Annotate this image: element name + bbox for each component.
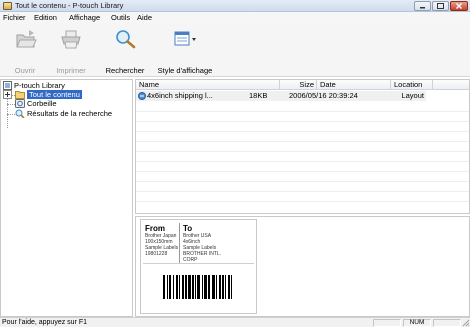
grid-line	[136, 201, 469, 202]
menu-edition[interactable]: Edition	[34, 12, 57, 23]
grid-line	[136, 171, 469, 172]
tree-all-contents-label: Tout le contenu	[27, 90, 82, 99]
grid-line	[136, 131, 469, 132]
grid-line	[136, 191, 469, 192]
row-size: 18KB	[249, 91, 268, 100]
column-header-name[interactable]: Name	[136, 80, 280, 90]
search-label: Rechercher	[105, 66, 145, 75]
minimize-button[interactable]	[414, 1, 431, 11]
library-icon	[3, 81, 12, 90]
barcode-bar	[212, 275, 215, 299]
grid-line	[136, 121, 469, 122]
column-header-location[interactable]: Location	[391, 80, 433, 90]
barcode-bar	[163, 275, 165, 299]
barcode-bar	[231, 275, 232, 299]
view-style-label: Style d'affichage	[157, 66, 213, 75]
title-bar: Tout le contenu - P-touch Library	[0, 0, 470, 12]
barcode-bar	[202, 275, 203, 299]
view-style-button[interactable]: Style d'affichage	[152, 25, 218, 75]
close-button[interactable]	[450, 1, 468, 11]
tree-root-label: P-touch Library	[14, 81, 65, 90]
barcode-bar	[204, 275, 207, 299]
barcode-bar	[208, 275, 210, 299]
row-location: Layout	[401, 91, 424, 100]
barcode-bar	[192, 275, 194, 299]
search-icon	[116, 30, 136, 49]
app-icon	[3, 2, 12, 10]
open-label: Ouvrir	[14, 66, 36, 75]
label-separator	[143, 263, 254, 264]
tree-search-results-label: Résultats de la recherche	[27, 109, 113, 118]
barcode-bar	[222, 275, 224, 299]
column-header-date[interactable]: Date	[317, 80, 391, 90]
barcode-image	[163, 275, 232, 299]
status-indicator-empty	[433, 319, 461, 327]
row-date: 2006/05/16 20:39:24	[289, 91, 358, 100]
grid-line	[136, 161, 469, 162]
menu-aide[interactable]: Aide	[137, 12, 152, 23]
tree-trash-label: Corbeille	[27, 99, 57, 108]
grid-line	[136, 181, 469, 182]
menu-affichage[interactable]: Affichage	[69, 12, 100, 23]
status-help-text: Pour l'aide, appuyez sur F1	[2, 319, 87, 326]
barcode-bar	[219, 275, 221, 299]
barcode-bar	[188, 275, 191, 299]
grid-line	[136, 151, 469, 152]
maximize-button[interactable]	[432, 1, 449, 11]
maximize-icon	[437, 3, 444, 9]
file-list: Name Size Date Location 4x6inch shipping…	[135, 79, 470, 214]
menu-fichier[interactable]: Fichier	[3, 12, 26, 23]
to-heading: To	[183, 224, 193, 233]
minimize-icon	[420, 7, 425, 9]
grid-line	[136, 111, 469, 112]
search-button[interactable]: Rechercher	[102, 25, 148, 75]
label-preview: From Brother Japan 100x150mm Sample Labe…	[135, 216, 470, 317]
status-num-indicator: NUM	[403, 319, 431, 327]
barcode-bar	[197, 275, 200, 299]
menu-bar: Fichier Edition Affichage Outils Aide	[0, 12, 470, 23]
view-style-icon	[174, 31, 196, 46]
status-bar: Pour l'aide, appuyez sur F1 NUM	[0, 317, 470, 327]
close-icon	[456, 3, 462, 9]
column-header-extra	[433, 80, 469, 90]
trash-icon	[15, 99, 25, 108]
tree-connector	[7, 104, 15, 105]
expand-icon[interactable]	[3, 90, 12, 99]
from-heading: From	[145, 224, 165, 233]
status-indicator-empty	[373, 319, 401, 327]
barcode-bar	[169, 275, 171, 299]
open-button[interactable]: Ouvrir	[4, 25, 46, 75]
row-name: 4x6inch shipping l...	[147, 91, 213, 100]
grid-line	[136, 141, 469, 142]
window-title: Tout le contenu - P-touch Library	[15, 1, 124, 10]
barcode-bar	[225, 275, 226, 299]
table-row[interactable]: 4x6inch shipping l... 18KB 2006/05/16 20…	[136, 91, 426, 101]
print-label: Imprimer	[56, 66, 86, 75]
resize-grip-icon[interactable]	[462, 319, 470, 327]
from-line: 19801228	[145, 251, 168, 257]
barcode-bar	[228, 275, 230, 299]
print-button[interactable]: Imprimer	[48, 25, 94, 75]
label-divider	[179, 223, 180, 263]
label-thumbnail: From Brother Japan 100x150mm Sample Labe…	[140, 219, 257, 314]
folder-tree: P-touch Library Tout le contenu Corbeill…	[0, 79, 133, 317]
toolbar: Ouvrir Imprimer Rechercher Style d'affic…	[0, 23, 470, 77]
open-folder-icon	[16, 30, 37, 48]
folder-icon	[15, 91, 25, 99]
barcode-bar	[182, 275, 184, 299]
menu-outils[interactable]: Outils	[111, 12, 130, 23]
barcode-bar	[176, 275, 178, 299]
label-file-icon	[138, 92, 146, 100]
tree-connector	[7, 114, 15, 115]
barcode-bar	[185, 275, 187, 299]
printer-icon	[61, 30, 81, 49]
barcode-bar	[195, 275, 196, 299]
barcode-bar	[173, 275, 174, 299]
search-results-icon	[15, 109, 25, 118]
column-header-size[interactable]: Size	[280, 80, 317, 90]
barcode-bar	[167, 275, 168, 299]
barcode-bar	[216, 275, 217, 299]
barcode-bar	[179, 275, 180, 299]
